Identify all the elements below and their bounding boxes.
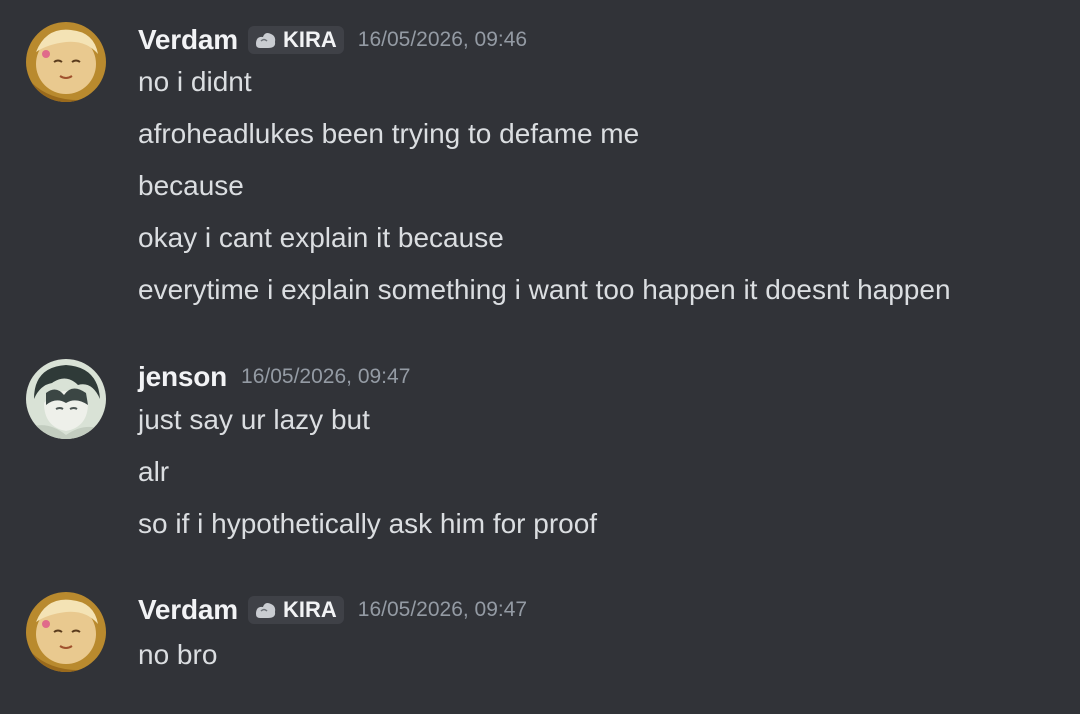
clan-icon	[255, 603, 276, 618]
chat-messages: Verdam KIRA 16/05/2026, 09:46 no i didnt…	[0, 0, 1080, 714]
avatar[interactable]	[26, 359, 106, 439]
timestamp[interactable]: 16/05/2026, 09:47	[241, 365, 410, 389]
timestamp[interactable]: 16/05/2026, 09:47	[358, 598, 527, 622]
avatar-image	[26, 592, 106, 672]
username[interactable]: Verdam	[138, 24, 238, 56]
message-text: no bro	[138, 639, 218, 670]
server-tag[interactable]: KIRA	[247, 596, 344, 624]
message-header: Verdam KIRA 16/05/2026, 09:46	[138, 22, 527, 58]
avatar-image	[26, 22, 106, 102]
message-group: jenson 16/05/2026, 09:47 just say ur laz…	[0, 359, 1080, 549]
message-header: Verdam KIRA 16/05/2026, 09:47	[138, 592, 527, 628]
avatar[interactable]	[26, 22, 106, 102]
message-group: Verdam KIRA 16/05/2026, 09:47 no bro	[0, 592, 1080, 682]
avatar-image	[26, 359, 106, 439]
server-tag[interactable]: KIRA	[247, 26, 344, 54]
server-tag-label: KIRA	[282, 597, 337, 622]
message-text: alr	[138, 456, 170, 487]
message-text: everytime i explain something i want too…	[138, 274, 951, 305]
username[interactable]: jenson	[138, 361, 227, 393]
timestamp[interactable]: 16/05/2026, 09:46	[358, 28, 527, 52]
clan-icon	[255, 33, 276, 48]
message-group: Verdam KIRA 16/05/2026, 09:46 no i didnt…	[0, 22, 1080, 322]
message-text: no i didnt	[138, 66, 252, 97]
message-text: afroheadlukes been trying to defame me	[138, 118, 640, 149]
server-tag-label: KIRA	[282, 27, 337, 52]
message-text: so if i hypothetically ask him for proof	[138, 508, 598, 539]
username[interactable]: Verdam	[138, 594, 238, 626]
message-text: because	[138, 170, 244, 201]
message-text: just say ur lazy but	[138, 404, 370, 435]
message-header: jenson 16/05/2026, 09:47	[138, 359, 410, 395]
message-text: okay i cant explain it because	[138, 222, 504, 253]
avatar[interactable]	[26, 592, 106, 672]
